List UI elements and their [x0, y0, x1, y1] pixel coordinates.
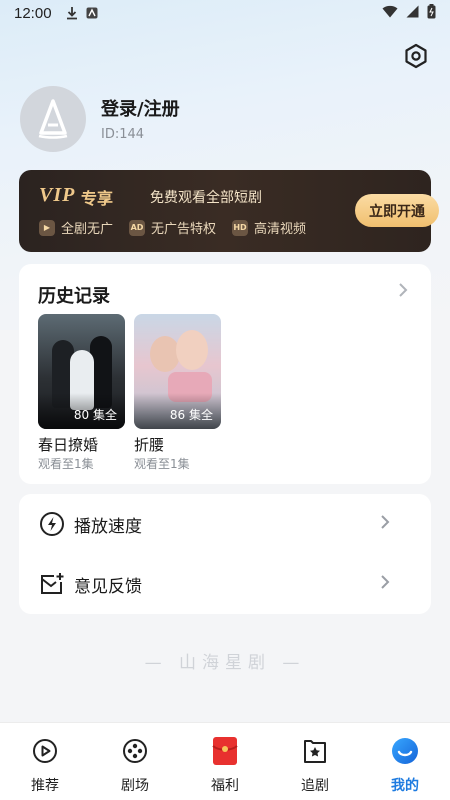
bottom-tab-bar: 推荐 剧场 福利 追剧 我的	[0, 722, 450, 800]
profile-icon	[391, 737, 419, 765]
vip-perk: AD 无广告特权	[129, 218, 216, 237]
chevron-right-icon	[379, 574, 391, 594]
feedback-icon	[39, 571, 65, 597]
login-register-link[interactable]: 登录/注册	[101, 95, 180, 121]
vip-perk: ▶ 全剧无广	[39, 218, 113, 237]
tab-label: 推荐	[31, 778, 59, 794]
tab-label: 剧场	[121, 778, 149, 794]
notification-app-icon	[86, 7, 98, 19]
history-title[interactable]: 历史记录	[38, 282, 110, 308]
tab-mine[interactable]: 我的	[360, 723, 450, 800]
vip-perk-label: 全剧无广	[61, 222, 114, 237]
tv-ad-icon: ▶	[39, 219, 55, 236]
settings-item-label: 意见反馈	[74, 576, 142, 597]
vip-banner[interactable]: VIP 专享 免费观看全部短剧 立即开通 ▶ 全剧无广 AD 无广告特权 HD …	[19, 170, 439, 252]
history-show-progress: 观看至1集	[38, 457, 94, 471]
history-show-name[interactable]: 春日撩婚	[38, 434, 98, 455]
vip-logo: VIP	[39, 184, 76, 206]
episode-count: 86 集全	[169, 408, 213, 422]
film-reel-icon	[121, 737, 149, 765]
tab-label: 追剧	[301, 778, 329, 794]
brand-watermark: — 山海星剧 —	[144, 653, 306, 673]
wifi-icon	[382, 5, 398, 22]
settings-item-feedback[interactable]: 意见反馈	[19, 554, 431, 614]
tab-recommend[interactable]: 推荐	[0, 723, 90, 800]
chevron-right-icon	[379, 514, 391, 534]
download-icon	[66, 6, 78, 20]
tab-label: 福利	[211, 778, 239, 794]
vip-logo-suffix: 专享	[81, 189, 114, 208]
history-section: 历史记录 80 集全 春日撩婚 观看至1集 86 集全 折腰 观看至1集	[19, 264, 431, 484]
tab-theater[interactable]: 剧场	[90, 723, 180, 800]
settings-item-playback-speed[interactable]: 播放速度	[19, 494, 431, 554]
speed-icon	[39, 511, 65, 537]
bookmark-star-icon	[301, 737, 329, 765]
tab-label: 我的	[391, 778, 419, 794]
avatar[interactable]	[20, 86, 86, 152]
ad-icon: AD	[129, 219, 146, 236]
vip-perk: HD 高清视频	[232, 218, 306, 237]
settings-icon[interactable]	[402, 42, 430, 70]
episode-count: 80 集全	[73, 408, 117, 422]
hd-icon: HD	[232, 219, 249, 236]
battery-icon	[427, 3, 436, 23]
tab-following[interactable]: 追剧	[270, 723, 360, 800]
play-icon	[31, 737, 59, 765]
vip-perk-label: 无广告特权	[151, 222, 217, 237]
vip-subscribe-button[interactable]: 立即开通	[355, 194, 439, 227]
vip-description: 免费观看全部短剧	[150, 190, 262, 206]
history-show-progress: 观看至1集	[134, 457, 190, 471]
red-envelope-icon	[211, 737, 239, 765]
settings-list: 播放速度 意见反馈	[19, 494, 431, 614]
signal-icon	[406, 5, 419, 22]
history-poster[interactable]: 80 集全	[38, 314, 125, 429]
chevron-right-icon[interactable]	[397, 282, 409, 302]
user-id: ID:144	[101, 127, 145, 142]
status-time: 12:00	[14, 4, 52, 22]
vip-perk-label: 高清视频	[254, 222, 307, 237]
vip-perks: ▶ 全剧无广 AD 无广告特权 HD 高清视频	[39, 218, 306, 237]
history-show-name[interactable]: 折腰	[134, 434, 164, 455]
tab-welfare[interactable]: 福利	[180, 723, 270, 800]
settings-item-label: 播放速度	[74, 516, 142, 537]
status-bar: 12:00	[0, 0, 450, 26]
history-poster[interactable]: 86 集全	[134, 314, 221, 429]
